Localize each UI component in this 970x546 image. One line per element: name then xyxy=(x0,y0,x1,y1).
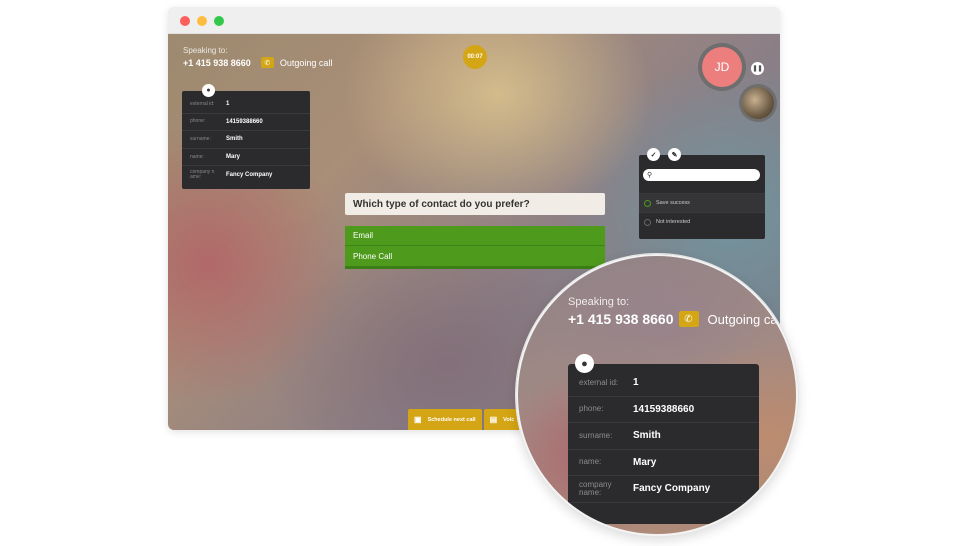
maximize-window-button[interactable] xyxy=(214,16,224,26)
zoom-contact-row: external id: 1 xyxy=(568,370,759,397)
zoom-field-value: Fancy Company xyxy=(633,483,711,495)
field-value: Smith xyxy=(226,136,243,143)
contact-row: name: Mary xyxy=(182,149,310,167)
contact-photo-avatar[interactable] xyxy=(739,84,777,122)
zoom-phone-icon: ✆ xyxy=(678,311,699,327)
zoom-field-key: external id: xyxy=(579,377,619,387)
zoom-speaking-to: Speaking to: +1 415 938 8660 ✆ Outgoing … xyxy=(568,296,783,327)
zoom-contact-row: surname: Smith xyxy=(568,423,759,450)
contact-fields: external id: 1 phone: 14159388660 surnam… xyxy=(182,96,310,184)
zoom-field-value: 14159388660 xyxy=(633,403,695,415)
contact-photo xyxy=(742,87,774,119)
zoom-magnifier: Speaking to: +1 415 938 8660 ✆ Outgoing … xyxy=(516,254,798,536)
status-label: Not interested xyxy=(656,219,691,225)
schedule-label: Schedule next call xyxy=(427,416,476,423)
field-key: company n ame: xyxy=(190,169,215,181)
status-item-not-interested[interactable]: Not interested xyxy=(639,212,765,231)
call-timer: 00:07 xyxy=(463,45,487,69)
window-titlebar xyxy=(168,7,780,34)
zoom-contact-row: phone: 14159388660 xyxy=(568,397,759,423)
speaking-label: Speaking to: xyxy=(183,46,228,55)
search-icon: ⚲ xyxy=(647,172,653,179)
zoom-field-key: phone: xyxy=(579,404,604,414)
zoom-field-value: Mary xyxy=(633,456,657,468)
contact-row: surname: Smith xyxy=(182,131,310,149)
call-type: Outgoing call xyxy=(279,57,333,68)
zoom-call-type: Outgoing call xyxy=(707,311,784,327)
status-item-save-success[interactable]: Save success xyxy=(639,193,765,212)
status-tools: ✓ ✎ xyxy=(647,148,681,161)
phone-icon: ✆ xyxy=(260,57,274,68)
pause-button[interactable]: ❚❚ xyxy=(751,62,764,75)
stage: Speaking to: +1 415 938 8660 ✆ Outgoing … xyxy=(0,0,970,546)
zoom-field-value: 1 xyxy=(633,377,639,389)
field-key: name: xyxy=(190,153,204,160)
contact-row: company n ame: Fancy Company xyxy=(182,166,310,184)
check-icon[interactable]: ✓ xyxy=(647,148,660,161)
status-search-box: ⚲ xyxy=(643,169,760,181)
agent-avatar[interactable]: JD xyxy=(698,43,746,91)
zoom-field-key: surname: xyxy=(579,430,613,440)
zoom-contact-card: ● external id: 1 phone: 14159388660 surn… xyxy=(568,354,759,524)
option-email[interactable]: Email xyxy=(345,226,605,246)
minimize-window-button[interactable] xyxy=(197,16,207,26)
field-key: phone: xyxy=(190,118,206,125)
voicemail-label: Voic xyxy=(503,416,515,423)
contact-row: external id: 1 xyxy=(182,96,310,114)
answer-options: Email Phone Call xyxy=(345,226,605,269)
zoom-contact-row: name: Mary xyxy=(568,450,759,476)
zoom-field-value: Smith xyxy=(633,430,661,442)
status-search-input[interactable] xyxy=(655,172,756,178)
zoom-contact-row: company name: Fancy Company xyxy=(568,476,759,503)
close-window-button[interactable] xyxy=(180,16,190,26)
option-phone-call[interactable]: Phone Call xyxy=(345,246,605,269)
script-question: Which type of contact do you prefer? xyxy=(345,193,605,215)
field-value: 14159388660 xyxy=(226,118,263,125)
speaking-to-header: Speaking to: +1 415 938 8660 ✆ Outgoing … xyxy=(183,46,332,68)
phone-number: +1 415 938 8660 xyxy=(183,57,251,68)
contact-row: phone: 14159388660 xyxy=(182,114,310,132)
voicemail-icon: ▤ xyxy=(489,415,498,424)
field-key: external id: xyxy=(190,100,215,107)
field-value: 1 xyxy=(226,101,230,108)
field-key: surname: xyxy=(190,135,211,142)
radio-icon xyxy=(644,218,651,226)
zoom-field-key: company name: xyxy=(579,479,612,497)
schedule-next-call-button[interactable]: ▣ Schedule next call xyxy=(408,409,482,430)
zoom-contact-fields: external id: 1 phone: 14159388660 surnam… xyxy=(568,370,759,503)
agent-initials: JD xyxy=(702,47,742,87)
radio-icon xyxy=(644,199,651,207)
calendar-icon: ▣ xyxy=(414,415,422,424)
zoom-field-key: name: xyxy=(579,457,602,467)
field-value: Mary xyxy=(226,154,241,161)
call-info-row: +1 415 938 8660 ✆ Outgoing call xyxy=(183,57,332,68)
status-label: Save success xyxy=(656,200,690,206)
call-status-panel: ✓ ✎ ⚲ Save success Not interested xyxy=(639,148,765,239)
voicemail-button[interactable]: ▤ Voic xyxy=(483,409,521,430)
field-value: Fancy Company xyxy=(226,172,273,179)
zoom-speaking-label: Speaking to: xyxy=(568,296,630,308)
zoom-phone-number: +1 415 938 8660 xyxy=(568,311,674,327)
edit-icon[interactable]: ✎ xyxy=(668,148,681,161)
contact-card: ● external id: 1 phone: 14159388660 surn… xyxy=(182,84,310,189)
status-list: Save success Not interested xyxy=(639,193,765,231)
bottom-action-bar: ▣ Schedule next call ▤ Voic xyxy=(408,409,521,430)
zoom-call-info-row: +1 415 938 8660 ✆ Outgoing call xyxy=(568,311,783,327)
